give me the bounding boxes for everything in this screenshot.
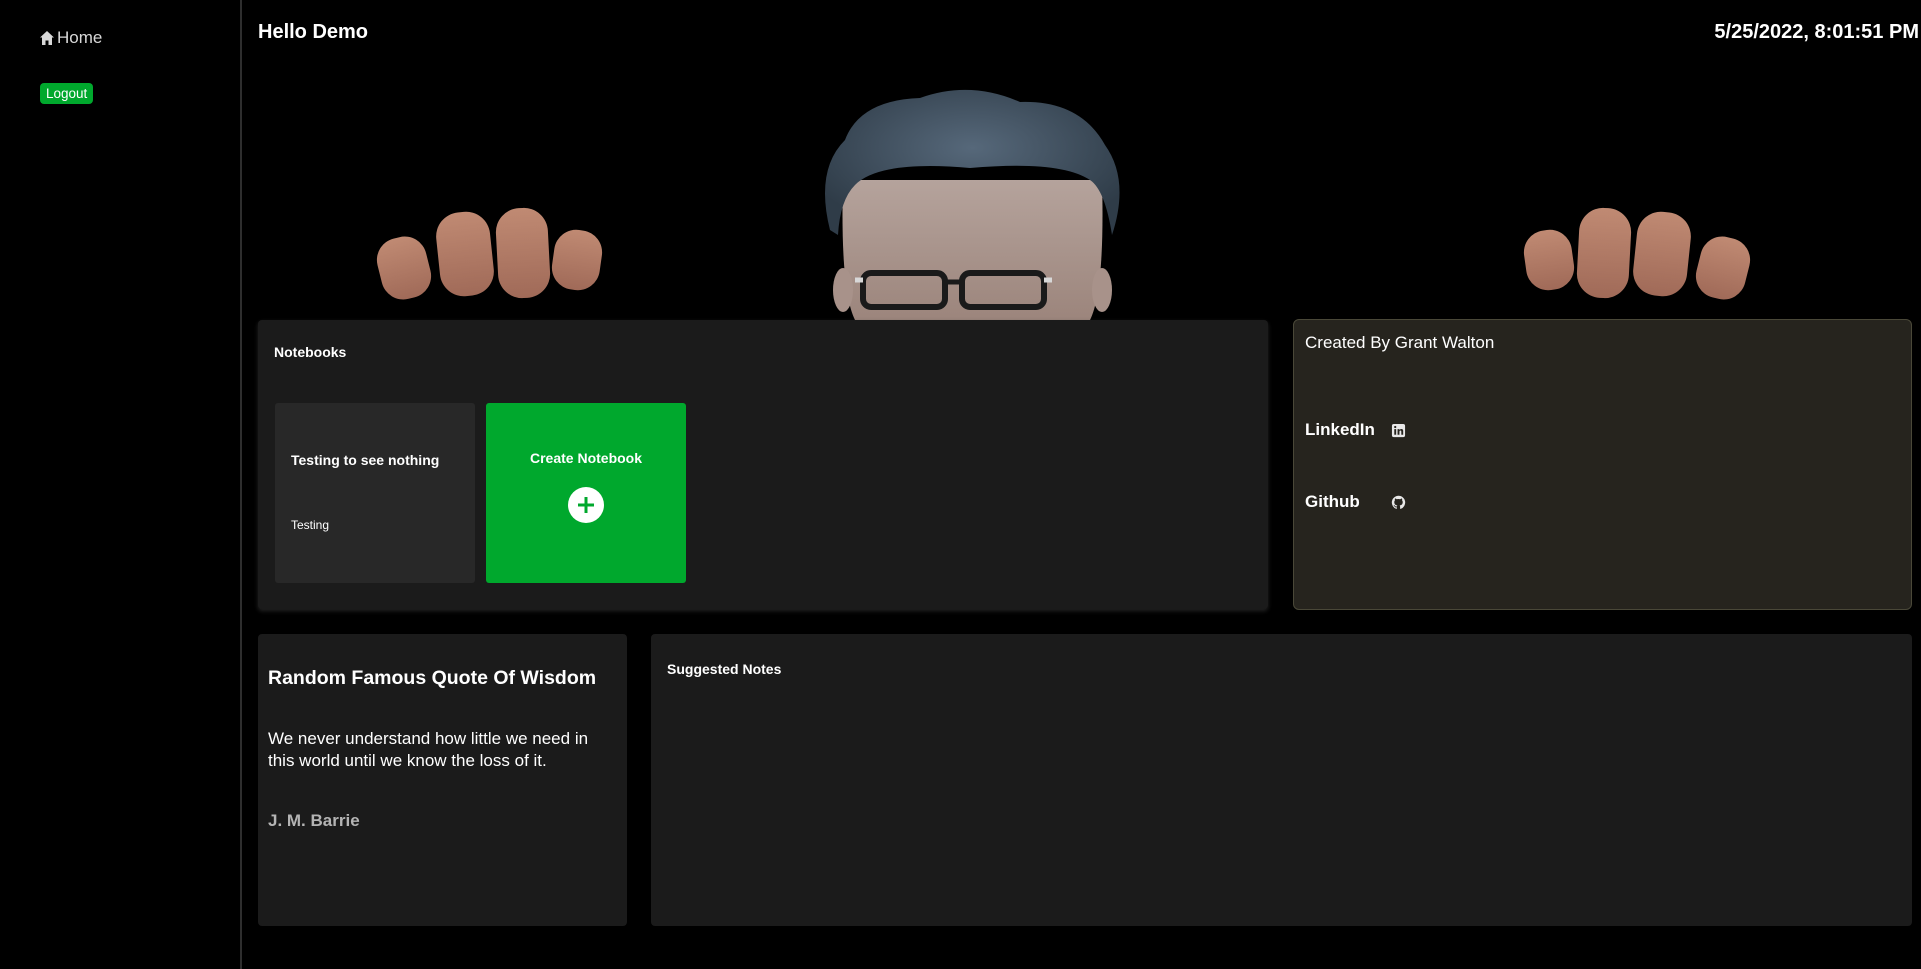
greeting-text: Hello Demo [258, 21, 369, 43]
create-notebook-label: Create Notebook [529, 450, 643, 466]
app-root: Home Logout Hello Demo 5/25/2022, 8:01:5… [0, 0, 1921, 969]
quote-author: J. M. Barrie [268, 811, 360, 830]
github-link[interactable]: Github [1305, 492, 1406, 512]
linkedin-icon[interactable] [1391, 423, 1406, 438]
notebooks-title: Notebooks [274, 344, 347, 360]
about-panel: Created By Grant Walton LinkedIn Github [1293, 319, 1912, 610]
suggested-notes-panel: Suggested Notes [651, 634, 1912, 926]
home-label: Home [57, 28, 103, 47]
home-link[interactable]: Home [39, 28, 102, 48]
notebook-card[interactable]: Testing to see nothing Testing [275, 403, 475, 583]
creator-title: Created By Grant Walton [1305, 333, 1495, 352]
github-icon[interactable] [1391, 495, 1406, 510]
github-label: Github [1305, 492, 1360, 511]
plus-icon[interactable] [568, 487, 604, 523]
linkedin-link[interactable]: LinkedIn [1305, 420, 1406, 440]
quote-panel: Random Famous Quote Of Wisdom We never u… [258, 634, 627, 926]
linkedin-label: LinkedIn [1305, 420, 1375, 439]
notebook-subtitle: Testing [291, 518, 330, 532]
quote-text: We never understand how little we need i… [268, 729, 589, 770]
create-notebook-button[interactable]: Create Notebook [486, 403, 686, 583]
notebooks-panel: Notebooks Testing to see nothing Testing… [258, 320, 1268, 609]
current-datetime: 5/25/2022, 8:01:51 PM [1714, 21, 1919, 43]
sidebar: Home Logout [0, 0, 242, 969]
logout-button[interactable]: Logout [40, 83, 94, 104]
quote-title: Random Famous Quote Of Wisdom [268, 667, 597, 689]
notebook-title: Testing to see nothing [291, 452, 440, 468]
home-icon [39, 30, 55, 46]
suggested-notes-title: Suggested Notes [667, 661, 782, 677]
